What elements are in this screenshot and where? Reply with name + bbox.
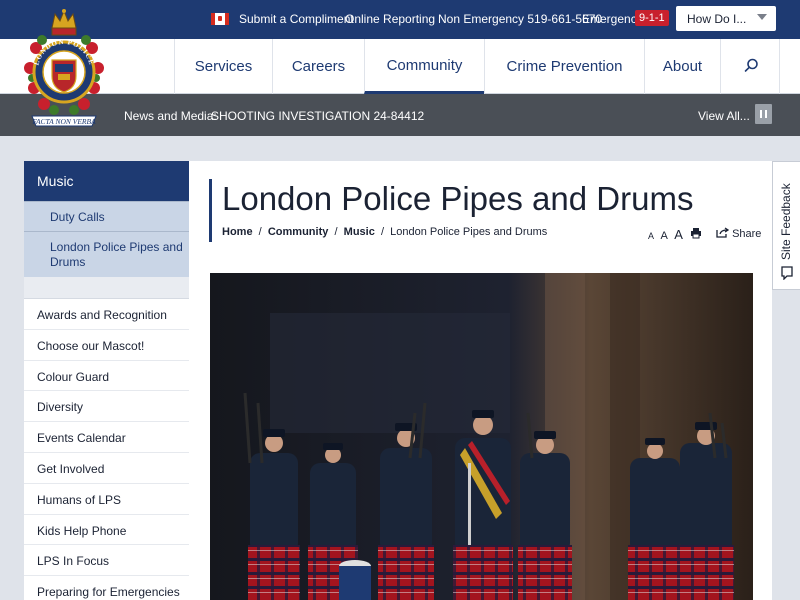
sidebar-item-get-involved[interactable]: Get Involved [24, 453, 189, 484]
sidebar-item-kids-help-phone[interactable]: Kids Help Phone [24, 515, 189, 546]
main-navigation: Services Careers Community Crime Prevent… [0, 39, 800, 94]
title-accent-bar [209, 179, 212, 242]
sidebar-item-mascot[interactable]: Choose our Mascot! [24, 330, 189, 361]
page-title: London Police Pipes and Drums [222, 180, 694, 217]
site-feedback-label: Site Feedback [779, 183, 793, 260]
breadcrumb-current: London Police Pipes and Drums [390, 226, 548, 238]
nav-services[interactable]: Services [174, 39, 272, 94]
band-photo-illustration [210, 273, 753, 600]
view-all-news-link[interactable]: View All... [698, 109, 750, 123]
search-button[interactable] [720, 39, 780, 94]
text-size-medium-button[interactable]: A [660, 230, 667, 242]
submit-compliment-link[interactable]: Submit a Compliment [239, 12, 354, 26]
breadcrumb-home[interactable]: Home [222, 226, 253, 238]
share-icon [716, 227, 730, 238]
sidebar-item-humans-of-lps[interactable]: Humans of LPS [24, 484, 189, 515]
sidebar-item-events-calendar[interactable]: Events Calendar [24, 422, 189, 453]
logo-motto: FACTA NON VERBA [31, 117, 96, 126]
chevron-down-icon [757, 14, 767, 20]
emergency-number-badge[interactable]: 9-1-1 [635, 10, 669, 26]
sidebar-heading-music[interactable]: Music [24, 161, 189, 201]
sidebar-item-awards[interactable]: Awards and Recognition [24, 299, 189, 330]
online-reporting-link[interactable]: Online Reporting [345, 12, 435, 26]
news-headline-link[interactable]: SHOOTING INVESTIGATION 24-84412 [211, 109, 424, 123]
how-do-i-label: How Do I... [687, 12, 747, 26]
sidebar-item-diversity[interactable]: Diversity [24, 391, 189, 423]
sidebar-item-colour-guard[interactable]: Colour Guard [24, 361, 189, 392]
pause-icon [760, 110, 762, 118]
news-label: News and Media: [124, 109, 217, 123]
pipes-and-drums-photo [210, 273, 753, 600]
nav-crime-prevention[interactable]: Crime Prevention [484, 39, 644, 94]
feedback-icon [781, 266, 793, 280]
print-icon[interactable] [690, 227, 702, 239]
canada-flag-icon [211, 13, 229, 25]
breadcrumb-music[interactable]: Music [344, 226, 375, 238]
share-button[interactable]: Share [716, 227, 761, 240]
nav-about[interactable]: About [644, 39, 720, 94]
breadcrumb-community[interactable]: Community [268, 226, 329, 238]
sidebar-sub-item-duty-calls[interactable]: Duty Calls [24, 201, 189, 231]
text-size-large-button[interactable]: A [674, 227, 683, 242]
site-feedback-tab[interactable]: Site Feedback [772, 161, 800, 290]
emergency-label: Emergency [582, 12, 643, 26]
sidebar-item-lps-in-focus[interactable]: LPS In Focus [24, 545, 189, 577]
share-label: Share [732, 228, 762, 240]
london-police-logo[interactable]: LONDON POLICE FACTA NON VERBA [24, 8, 104, 130]
breadcrumb: Home / Community / Music / London Police… [222, 226, 548, 238]
text-size-small-button[interactable]: A [648, 231, 654, 241]
sidebar-item-preparing-emergencies[interactable]: Preparing for Emergencies [24, 576, 189, 600]
search-icon [744, 58, 758, 72]
non-emergency-phone-link[interactable]: Non Emergency 519-661-5670 [438, 12, 602, 26]
police-crest-icon: LONDON POLICE FACTA NON VERBA [24, 9, 104, 127]
sidebar-divider [24, 277, 189, 299]
sidebar-sub-item-pipes-and-drums[interactable]: London Police Pipes and Drums [24, 231, 189, 277]
text-size-controls: A A A [648, 226, 685, 244]
utility-bar: Submit a Compliment Online Reporting Non… [0, 0, 800, 39]
how-do-i-dropdown[interactable]: How Do I... [676, 6, 776, 31]
news-ticker: News and Media: SHOOTING INVESTIGATION 2… [0, 94, 800, 136]
section-sidebar: Music Duty Calls London Police Pipes and… [24, 161, 189, 600]
pause-ticker-button[interactable] [755, 104, 772, 124]
nav-community[interactable]: Community [364, 39, 484, 94]
nav-careers[interactable]: Careers [272, 39, 364, 94]
